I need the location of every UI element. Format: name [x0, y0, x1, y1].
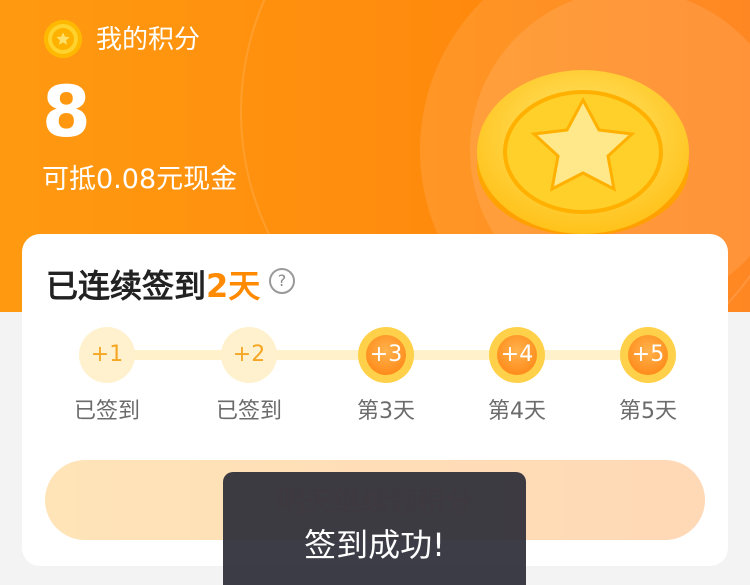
- checkin-step: +3 第3天: [321, 327, 451, 427]
- reward-badge: +5: [620, 327, 676, 383]
- help-icon[interactable]: ?: [269, 268, 295, 294]
- step-label: 第5天: [619, 399, 677, 424]
- gold-coin-illustration: [477, 70, 689, 236]
- reward-badge: +4: [489, 327, 545, 383]
- reward-badge: +3: [358, 327, 414, 383]
- step-label: 第3天: [357, 399, 415, 424]
- checkin-title-prefix: 已连续签到: [46, 267, 207, 305]
- checkin-step: +4 第4天: [452, 327, 582, 427]
- checkin-days: 2天: [206, 267, 261, 305]
- toast-message: 签到成功!: [223, 472, 526, 585]
- points-cash-value: 可抵0.08元现金: [42, 164, 238, 195]
- step-label: 已签到: [73, 399, 140, 424]
- reward-badge: +2: [221, 327, 277, 383]
- checkin-step: +1 已签到: [42, 327, 172, 427]
- step-label: 已签到: [215, 399, 282, 424]
- checkin-step: +5 第5天: [583, 327, 713, 427]
- step-label: 第4天: [488, 399, 546, 424]
- points-value: 8: [42, 71, 91, 153]
- points-title: 我的积分: [96, 25, 201, 55]
- checkin-step: +2 已签到: [184, 327, 314, 427]
- reward-badge: +1: [79, 327, 135, 383]
- star-coin-icon: [44, 20, 82, 58]
- checkin-title: 已连续签到2天: [46, 266, 260, 306]
